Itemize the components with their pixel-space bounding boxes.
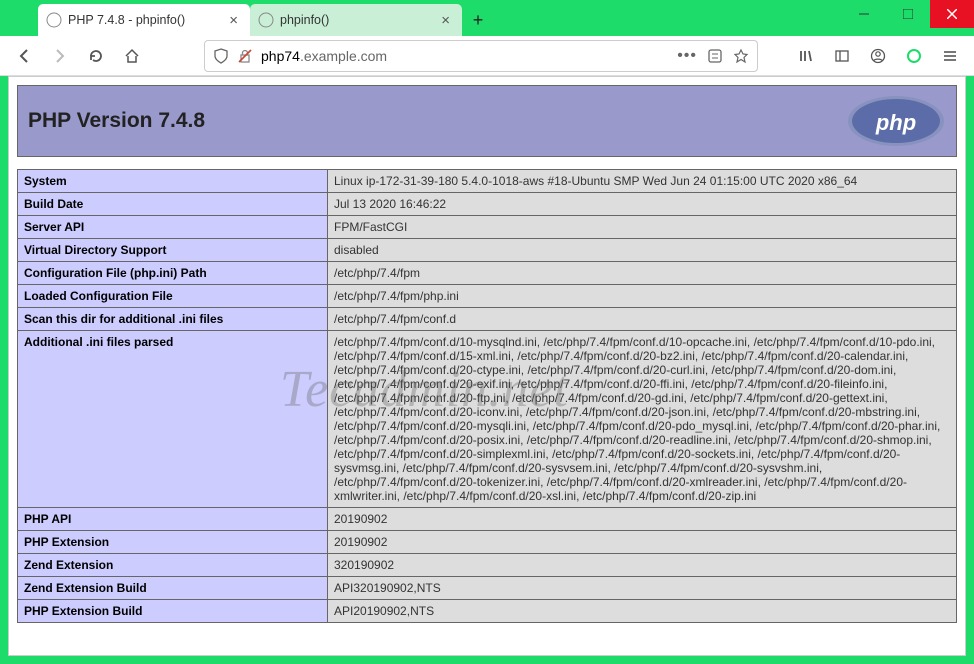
window-controls [842,0,974,28]
maximize-button[interactable] [886,0,930,28]
row-label: Loaded Configuration File [18,285,328,308]
row-value: 20190902 [328,508,957,531]
table-row: Loaded Configuration File/etc/php/7.4/fp… [18,285,957,308]
row-label: System [18,170,328,193]
page-content[interactable]: PHP Version 7.4.8 php SystemLinux ip-172… [8,76,966,656]
tab-favicon-icon [258,12,274,28]
row-label: Configuration File (php.ini) Path [18,262,328,285]
close-button[interactable] [930,0,974,28]
row-value: 320190902 [328,554,957,577]
row-value: /etc/php/7.4/fpm/php.ini [328,285,957,308]
row-value: disabled [328,239,957,262]
url-bar[interactable]: php74.example.com ••• [204,40,758,72]
tab-active[interactable]: PHP 7.4.8 - phpinfo() × [38,4,250,36]
php-logo-icon: php [846,94,946,148]
account-icon[interactable] [862,40,894,72]
row-value: /etc/php/7.4/fpm/conf.d/10-mysqlnd.ini, … [328,331,957,508]
tab-favicon-icon [46,12,62,28]
table-row: Zend Extension BuildAPI320190902,NTS [18,577,957,600]
tab-inactive[interactable]: phpinfo() × [250,4,462,36]
row-label: Scan this dir for additional .ini files [18,308,328,331]
svg-text:php: php [875,110,916,135]
extension-icon[interactable] [898,40,930,72]
insecure-lock-icon[interactable] [237,48,253,64]
table-row: PHP Extension BuildAPI20190902,NTS [18,600,957,623]
table-row: Additional .ini files parsed/etc/php/7.4… [18,331,957,508]
table-row: Build DateJul 13 2020 16:46:22 [18,193,957,216]
tab-title: phpinfo() [280,13,437,27]
reload-button[interactable] [80,40,112,72]
toolbar: php74.example.com ••• [0,36,974,76]
row-label: Virtual Directory Support [18,239,328,262]
url-security-icons [213,48,253,64]
table-row: Zend Extension320190902 [18,554,957,577]
row-label: Zend Extension Build [18,577,328,600]
row-value: API20190902,NTS [328,600,957,623]
row-label: Additional .ini files parsed [18,331,328,508]
shield-icon[interactable] [213,48,229,64]
menu-button[interactable] [934,40,966,72]
table-row: Virtual Directory Supportdisabled [18,239,957,262]
library-icon[interactable] [790,40,822,72]
minimize-button[interactable] [842,0,886,28]
table-row: SystemLinux ip-172-31-39-180 5.4.0-1018-… [18,170,957,193]
php-header: PHP Version 7.4.8 php [17,85,957,157]
page-title: PHP Version 7.4.8 [28,109,205,133]
sidebar-icon[interactable] [826,40,858,72]
row-label: Server API [18,216,328,239]
new-tab-button[interactable]: + [462,4,494,36]
tab-close-icon[interactable]: × [225,12,242,29]
url-text: php74.example.com [261,48,669,64]
reader-icon[interactable] [707,48,723,64]
phpinfo-table: SystemLinux ip-172-31-39-180 5.4.0-1018-… [17,169,957,623]
home-button[interactable] [116,40,148,72]
row-value: /etc/php/7.4/fpm/conf.d [328,308,957,331]
table-row: Scan this dir for additional .ini files/… [18,308,957,331]
row-value: API320190902,NTS [328,577,957,600]
tab-close-icon[interactable]: × [437,12,454,29]
table-row: PHP Extension20190902 [18,531,957,554]
row-label: PHP Extension Build [18,600,328,623]
table-row: Server APIFPM/FastCGI [18,216,957,239]
bookmark-star-icon[interactable] [733,48,749,64]
row-value: FPM/FastCGI [328,216,957,239]
tab-title: PHP 7.4.8 - phpinfo() [68,13,225,27]
row-value: Linux ip-172-31-39-180 5.4.0-1018-aws #1… [328,170,957,193]
page-actions-icon[interactable]: ••• [677,47,697,65]
table-row: Configuration File (php.ini) Path/etc/ph… [18,262,957,285]
row-label: PHP Extension [18,531,328,554]
forward-button[interactable] [44,40,76,72]
back-button[interactable] [8,40,40,72]
table-row: PHP API20190902 [18,508,957,531]
tab-bar: PHP 7.4.8 - phpinfo() × phpinfo() × + [0,0,974,36]
row-value: /etc/php/7.4/fpm [328,262,957,285]
row-label: Zend Extension [18,554,328,577]
row-value: Jul 13 2020 16:46:22 [328,193,957,216]
row-label: PHP API [18,508,328,531]
row-value: 20190902 [328,531,957,554]
row-label: Build Date [18,193,328,216]
